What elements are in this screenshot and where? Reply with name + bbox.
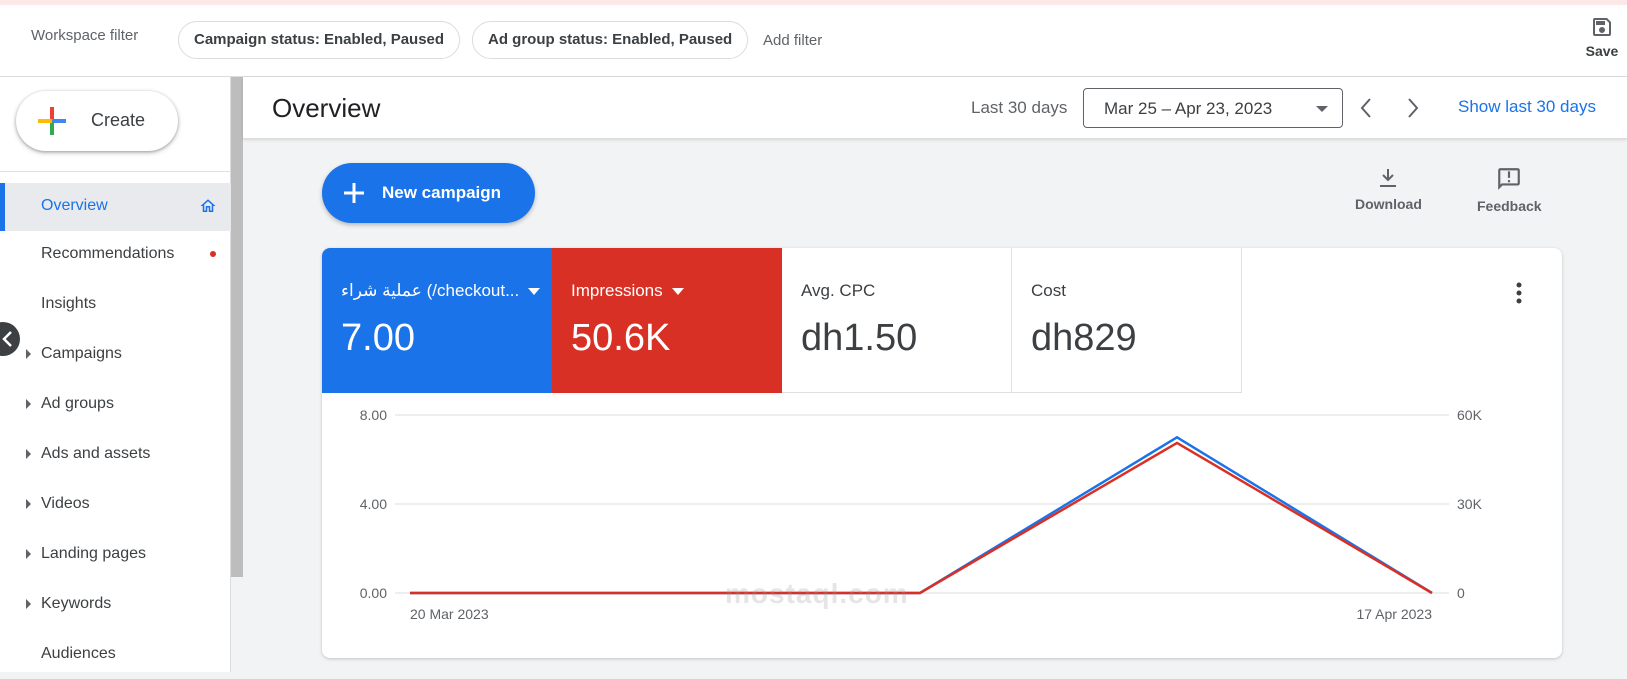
expand-caret-icon [26, 499, 31, 509]
metric-tile-impressions[interactable]: Impressions 50.6K [552, 248, 782, 393]
metric-label: Avg. CPC [801, 281, 876, 300]
expand-caret-icon [26, 549, 31, 559]
workspace-filter-label: Workspace filter [31, 27, 139, 44]
y-axis-left-tick-label: 8.00 [360, 407, 387, 423]
y-axis-right-tick-label: 60K [1457, 407, 1483, 423]
next-period-icon[interactable] [1406, 97, 1420, 119]
feedback-button[interactable]: Feedback [1477, 166, 1542, 214]
dropdown-arrow-icon [528, 288, 541, 296]
sidebar-item-label: Campaigns [41, 345, 122, 362]
y-axis-left-tick-label: 4.00 [360, 496, 387, 512]
date-range-value: Mar 25 – Apr 23, 2023 [1104, 99, 1273, 118]
dropdown-arrow-icon [1316, 106, 1328, 112]
series-line-1 [410, 441, 1433, 595]
sidebar-item-label: Audiences [41, 645, 116, 662]
expand-caret-icon [26, 399, 31, 409]
download-button[interactable]: Download [1355, 166, 1422, 212]
sidebar-divider [0, 171, 231, 172]
sidebar-item-campaigns[interactable]: Campaigns [0, 331, 231, 379]
page-header: Overview Last 30 days Mar 25 – Apr 23, 2… [243, 77, 1627, 139]
metric-value: 7.00 [341, 317, 415, 359]
previous-period-icon[interactable] [1359, 97, 1373, 119]
download-label: Download [1355, 196, 1422, 212]
metric-label: Impressions [571, 281, 684, 301]
sidebar-item-ad-groups[interactable]: Ad groups [0, 381, 231, 429]
create-label: Create [91, 110, 146, 130]
download-icon [1380, 169, 1397, 187]
date-range-picker[interactable]: Mar 25 – Apr 23, 2023 [1083, 88, 1343, 128]
sidebar-item-label: Insights [41, 295, 97, 312]
sidebar-item-overview[interactable]: Overview [0, 183, 231, 231]
date-range-label: Last 30 days [971, 98, 1068, 117]
sidebar-item-label: Overview [41, 197, 108, 214]
more-options-icon[interactable] [1515, 282, 1523, 304]
new-campaign-label: New campaign [382, 183, 502, 202]
y-axis-right-tick-label: 30K [1457, 496, 1483, 512]
expand-caret-icon [26, 349, 31, 359]
save-label: Save [1585, 43, 1619, 59]
metric-value: 50.6K [571, 317, 671, 359]
save-button[interactable]: Save [1580, 15, 1624, 59]
sidebar-item-landing-pages[interactable]: Landing pages [0, 531, 231, 579]
performance-chart: 8.00 60K 4.00 30K 0.00 0 20 Mar 2023 17 Apr 202… [360, 407, 1483, 622]
metric-tile-conversions[interactable]: عملية شراء (/checkout... 7.00 [322, 248, 552, 393]
metric-label: Cost [1031, 281, 1066, 300]
x-axis-tick-label: 20 Mar 2023 [410, 606, 489, 622]
page-title: Overview [272, 93, 381, 123]
expand-caret-icon [26, 449, 31, 459]
feedback-label: Feedback [1477, 198, 1542, 214]
show-last-30-days-link[interactable]: Show last 30 days [1458, 97, 1596, 117]
x-axis-tick-label: 17 Apr 2023 [1356, 606, 1432, 622]
new-campaign-button[interactable]: New campaign [322, 163, 535, 223]
sidebar-item-videos[interactable]: Videos [0, 481, 231, 529]
ad-group-status-chip[interactable]: Ad group status: Enabled, Paused [472, 21, 749, 59]
expand-caret-icon [26, 599, 31, 609]
add-filter-button[interactable]: Add filter [763, 32, 822, 49]
series-line-0 [410, 435, 1433, 595]
active-indicator [0, 183, 5, 231]
watermark: mostaql.com [725, 578, 909, 609]
sidebar: Create Overview Recommendations Insights… [0, 77, 231, 672]
save-icon [1593, 18, 1611, 36]
sidebar-item-ads-and-assets[interactable]: Ads and assets [0, 431, 231, 479]
y-axis-left-tick-label: 0.00 [360, 585, 387, 601]
performance-card: عملية شراء (/checkout... 7.00 Impression… [322, 248, 1562, 658]
metric-value: dh1.50 [801, 317, 918, 359]
metric-tile-cost[interactable]: Cost dh829 [1012, 248, 1242, 393]
notification-dot [210, 251, 216, 257]
campaign-status-chip[interactable]: Campaign status: Enabled, Paused [178, 21, 461, 59]
dropdown-arrow-icon [671, 288, 684, 296]
create-button[interactable]: Create [16, 91, 178, 151]
filter-bar: Workspace filter Campaign status: Enable… [0, 5, 1627, 77]
home-icon [200, 199, 216, 212]
y-axis-right-tick-label: 0 [1457, 585, 1465, 601]
metric-value: dh829 [1031, 317, 1137, 359]
feedback-icon [1498, 168, 1521, 190]
sidebar-item-label: Ad groups [41, 395, 114, 412]
plus-icon [344, 183, 364, 203]
sidebar-item-recommendations[interactable]: Recommendations [0, 231, 231, 279]
sidebar-item-label: Recommendations [41, 245, 175, 262]
sidebar-scrollbar[interactable] [231, 77, 243, 577]
sidebar-item-label: Videos [41, 495, 90, 512]
sidebar-item-label: Ads and assets [41, 445, 151, 462]
sidebar-item-keywords[interactable]: Keywords [0, 581, 231, 629]
chevron-left-icon [2, 331, 12, 347]
metric-tile-avg-cpc[interactable]: Avg. CPC dh1.50 [782, 248, 1012, 393]
sidebar-item-label: Landing pages [41, 545, 146, 562]
sidebar-item-insights[interactable]: Insights [0, 281, 231, 329]
plus-icon [38, 107, 66, 135]
sidebar-item-label: Keywords [41, 595, 112, 612]
metric-label: عملية شراء (/checkout... [341, 281, 541, 301]
